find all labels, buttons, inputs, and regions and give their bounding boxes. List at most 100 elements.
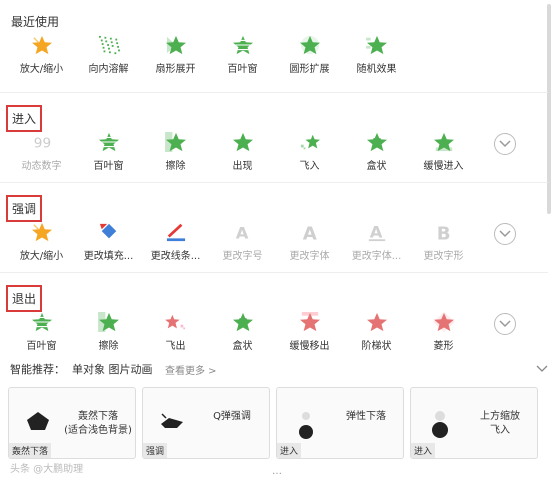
recommend-cards: 轰然下落 (适合浅色背景) 轰然下落 Q弹强调 强调 弹性下落 进入 上方缩放 … [8, 387, 538, 459]
dynamic-number-icon: 99 [29, 131, 55, 153]
recent-item[interactable]: 向内溶解 [75, 34, 142, 78]
enter-item[interactable]: 盒状 [343, 131, 410, 175]
expand-enter-button[interactable] [494, 133, 516, 155]
recent-item-label: 向内溶解 [88, 64, 129, 75]
collapse-recommend-button[interactable] [536, 363, 548, 376]
recommend-card[interactable]: 上方缩放 飞入 进入 [410, 387, 538, 459]
exit-item[interactable]: 百叶窗 [8, 311, 75, 355]
see-more-link[interactable]: 查看更多 > [165, 362, 217, 377]
diamond-icon [431, 311, 457, 333]
expand-exit-button[interactable] [494, 313, 516, 335]
emphasis-item-label: 更改线条... [150, 251, 201, 262]
enter-item[interactable]: 缓慢进入 [410, 131, 477, 175]
section-emphasis: 强调 放大/缩小 更改填充... 更改线条... A 更改字号 A 更改字体 A 更改字体...… [0, 182, 548, 270]
font-icon: A [297, 221, 323, 243]
emphasis-item-label: 更改字形 [423, 251, 464, 262]
appear-icon [230, 131, 256, 153]
recent-item[interactable]: 扇形展开 [142, 34, 209, 78]
section-recent: 最近使用 放大/缩小 向内溶解 扇形展开 百叶窗 圆形扩展 随机效果 [0, 0, 548, 90]
enter-item[interactable]: 出现 [209, 131, 276, 175]
emphasis-item[interactable]: A 更改字体 [276, 221, 343, 265]
enter-item[interactable]: 擦除 [142, 131, 209, 175]
falling-shape-icon [27, 412, 49, 430]
star-zoom-icon [29, 34, 55, 56]
line-color-icon [163, 221, 189, 243]
recommend-card[interactable]: 弹性下落 进入 [276, 387, 404, 459]
font-style-icon: B [431, 221, 457, 243]
recommend-subtitle: 单对象 图片动画 [72, 363, 153, 376]
card-text: Q弹强调 [213, 411, 251, 422]
stairs-icon [364, 311, 390, 333]
font-color-icon: A [364, 221, 390, 243]
emphasis-item[interactable]: 放大/缩小 [8, 221, 75, 265]
watermark: 头条 @大鹏助理 [10, 464, 84, 475]
emphasis-item-label: 更改字体 [289, 251, 330, 262]
exit-item-label: 擦除 [98, 341, 119, 352]
exit-item[interactable]: 缓慢移出 [276, 311, 343, 355]
svg-text:A: A [235, 223, 248, 242]
card-thumbnail [427, 410, 453, 444]
emphasis-item-label: 放大/缩小 [19, 251, 64, 262]
section-title-enter: 进入 [6, 105, 43, 132]
emphasis-item-label: 更改字体... [351, 251, 402, 262]
recommend-card[interactable]: 轰然下落 (适合浅色背景) 轰然下落 [8, 387, 136, 459]
chevron-down-icon [536, 365, 548, 372]
elastic-drop-icon [299, 412, 313, 439]
section-title-recent: 最近使用 [11, 15, 60, 29]
exit-item-label: 飞出 [165, 341, 186, 352]
enter-item[interactable]: 百叶窗 [75, 131, 142, 175]
card-thumbnail [25, 410, 51, 436]
exit-item[interactable]: 飞出 [142, 311, 209, 355]
wipe-icon [96, 311, 122, 333]
emphasis-item[interactable]: B 更改字形 [410, 221, 477, 265]
recommend-card[interactable]: Q弹强调 强调 [142, 387, 270, 459]
recent-item[interactable]: 圆形扩展 [276, 34, 343, 78]
enter-item[interactable]: 99 动态数字 [8, 131, 75, 175]
circle-expand-icon [297, 34, 323, 56]
drag-handle[interactable]: … [272, 466, 282, 477]
card-tag: 轰然下落 [9, 443, 52, 458]
exit-items: 百叶窗 擦除 飞出 盒状 缓慢移出 阶梯状 菱形 [8, 311, 477, 355]
recent-item-label: 百叶窗 [227, 64, 258, 75]
recommend-bar: 智能推荐： 单对象 图片动画 查看更多 > [10, 361, 548, 379]
recent-item-label: 扇形展开 [155, 64, 196, 75]
exit-item-label: 菱形 [433, 341, 454, 352]
emphasis-item[interactable]: 更改线条... [142, 221, 209, 265]
chevron-down-icon [499, 320, 511, 328]
section-exit: 退出 百叶窗 擦除 飞出 盒状 缓慢移出 阶梯状 菱形 [0, 272, 548, 356]
enter-item-label: 擦除 [165, 161, 186, 172]
exit-item[interactable]: 菱形 [410, 311, 477, 355]
recent-item[interactable]: 百叶窗 [209, 34, 276, 78]
emphasis-item[interactable]: A 更改字号 [209, 221, 276, 265]
random-icon [364, 34, 390, 56]
svg-text:A: A [369, 222, 382, 241]
exit-item[interactable]: 阶梯状 [343, 311, 410, 355]
box-icon [230, 311, 256, 333]
recent-item[interactable]: 随机效果 [343, 34, 410, 78]
fly-out-icon [163, 311, 189, 333]
recent-item[interactable]: 放大/缩小 [8, 34, 75, 78]
wipe-icon [163, 131, 189, 153]
star-zoom-icon [29, 221, 55, 243]
dissolve-icon [96, 34, 122, 56]
blinds-icon [29, 311, 55, 333]
expand-emphasis-button[interactable] [494, 223, 516, 245]
emphasis-item-label: 更改填充... [83, 251, 134, 262]
emphasis-item[interactable]: 更改填充... [75, 221, 142, 265]
exit-item-label: 盒状 [232, 341, 253, 352]
card-tag: 进入 [411, 443, 436, 458]
exit-item[interactable]: 盒状 [209, 311, 276, 355]
emphasis-item[interactable]: A 更改字体... [343, 221, 410, 265]
card-text: 弹性下落 [346, 411, 386, 422]
blinds-icon [96, 131, 122, 153]
enter-item-label: 动态数字 [21, 161, 62, 172]
chevron-down-icon [499, 140, 511, 148]
exit-item[interactable]: 擦除 [75, 311, 142, 355]
card-tag: 进入 [277, 443, 302, 458]
enter-item[interactable]: 飞入 [276, 131, 343, 175]
recent-items: 放大/缩小 向内溶解 扇形展开 百叶窗 圆形扩展 随机效果 [8, 34, 410, 78]
svg-text:A: A [302, 223, 316, 242]
recent-item-label: 放大/缩小 [19, 64, 64, 75]
section-enter: 进入 99 动态数字 百叶窗 擦除 出现 飞入 盒状 缓慢进入 [0, 92, 548, 180]
emphasis-item-label: 更改字号 [222, 251, 263, 262]
